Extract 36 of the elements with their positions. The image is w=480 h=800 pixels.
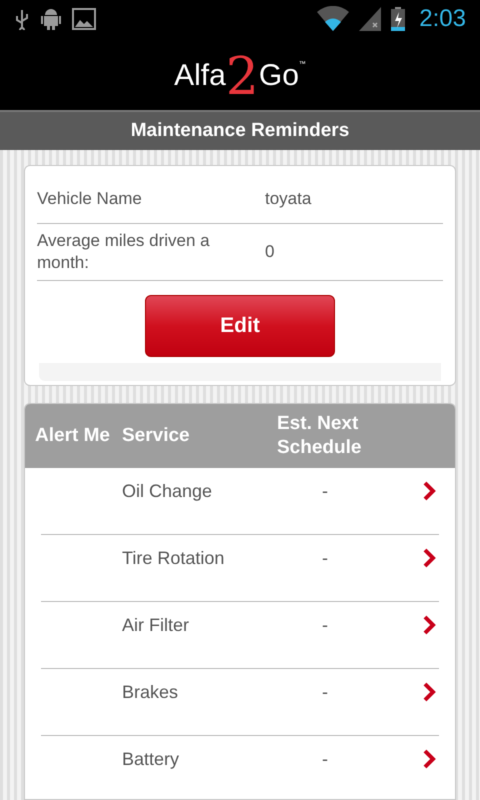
field-value: 0	[265, 241, 274, 264]
battery-icon	[391, 7, 406, 31]
chevron-right-icon	[422, 548, 436, 568]
wifi-icon	[317, 6, 350, 32]
next-schedule: -	[322, 614, 329, 637]
field-label: Average miles driven a month:	[37, 230, 211, 274]
image-icon	[72, 8, 96, 30]
service-row[interactable]: Air Filter -	[41, 602, 439, 669]
chevron-right-icon	[422, 615, 436, 635]
chevron-right-icon	[422, 481, 436, 501]
next-schedule: -	[322, 547, 329, 570]
signal-icon	[359, 7, 382, 31]
edit-button[interactable]: Edit	[145, 295, 335, 357]
service-name: Tire Rotation	[122, 547, 226, 570]
column-header: Alert Me	[35, 424, 111, 448]
clock: 2:03	[419, 4, 466, 34]
page-title: Maintenance Reminders	[130, 118, 350, 143]
service-row[interactable]: Brakes -	[41, 669, 439, 736]
next-schedule: -	[322, 480, 329, 503]
usb-icon	[14, 8, 30, 30]
field-label: Vehicle Name	[37, 188, 143, 210]
service-row[interactable]: Oil Change -	[41, 468, 439, 535]
service-name: Brakes	[122, 681, 180, 704]
column-header: Service	[122, 424, 191, 448]
service-name: Oil Change	[122, 480, 214, 503]
service-row[interactable]: Tire Rotation -	[41, 535, 439, 602]
service-name: Air Filter	[122, 614, 190, 637]
chevron-right-icon	[422, 682, 436, 702]
column-header: Est. Next Schedule	[277, 412, 362, 460]
android-icon	[40, 7, 62, 31]
chevron-right-icon	[422, 749, 436, 769]
service-row[interactable]: Battery -	[41, 736, 439, 799]
service-name: Battery	[122, 748, 180, 771]
next-schedule: -	[322, 681, 329, 704]
next-schedule: -	[322, 748, 329, 771]
field-value: toyata	[265, 188, 312, 210]
